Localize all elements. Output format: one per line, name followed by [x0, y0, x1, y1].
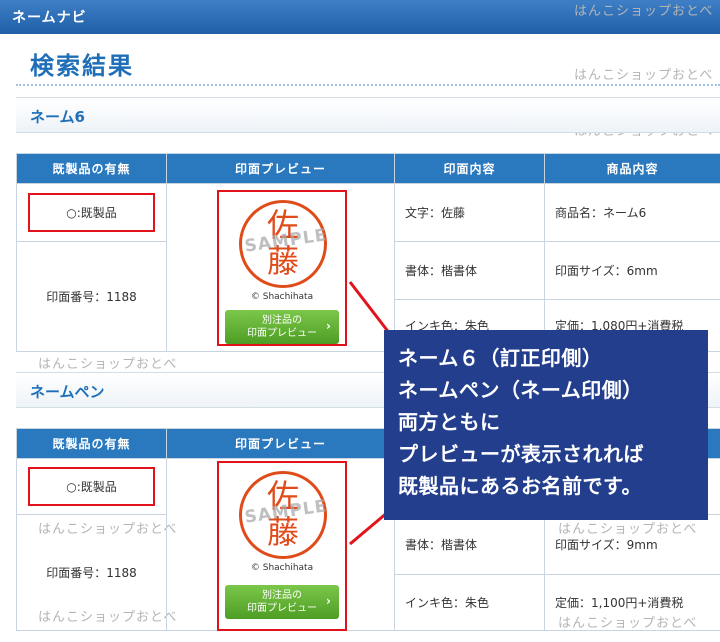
page-title: 検索結果	[30, 52, 134, 80]
button-label: 印面プレビュー	[247, 328, 317, 339]
table-row: ○:既製品 佐 藤 SAMPLE © Shachihata 別注品の 印面プレビ…	[16, 183, 720, 352]
callout-line: ネーム６（訂正印側）	[398, 346, 603, 370]
button-label: 別注品の	[262, 590, 302, 601]
stamp-preview: 佐 藤 SAMPLE © Shachihata 別注品の 印面プレビュー ›	[217, 461, 347, 631]
product-info-cell: 商品名：ネーム6	[544, 183, 720, 242]
chevron-right-icon: ›	[326, 594, 331, 608]
button-label: 印面プレビュー	[247, 603, 317, 614]
annotation-callout: ネーム６（訂正印側） ネームペン（ネーム印側） 両方ともに プレビューが表示され…	[384, 330, 708, 520]
section-title: ネーム6	[30, 108, 85, 126]
stamp-content-cell: インキ色：朱色	[394, 574, 545, 631]
stamp-content-cell: 書体：楷書体	[394, 241, 545, 300]
availability-badge: ○:既製品	[28, 193, 155, 232]
brand-label: © Shachihata	[250, 563, 314, 573]
callout-line: プレビューが表示されれば	[398, 442, 644, 466]
column-header: 印面内容	[394, 153, 545, 184]
product-info-cell: 印面サイズ：9mm	[544, 514, 720, 575]
availability-badge: ○:既製品	[28, 467, 155, 506]
section-title: ネームペン	[30, 383, 105, 401]
stamp-number: 印面番号：1188	[16, 241, 167, 352]
section-header-name6: ネーム6	[16, 97, 720, 133]
app-title: ネームナビ	[12, 10, 87, 26]
watermark-text: はんこショップおとべ	[574, 68, 714, 83]
callout-line: ネームペン（ネーム印側）	[398, 378, 643, 402]
column-header: 印面プレビュー	[166, 428, 395, 459]
callout-line: 既製品にあるお名前です。	[398, 474, 642, 498]
stamp-preview-cell: 佐 藤 SAMPLE © Shachihata 別注品の 印面プレビュー ›	[166, 183, 395, 352]
stamp-content-cell: 書体：楷書体	[394, 514, 545, 575]
stamp-image: 佐 藤 SAMPLE	[239, 200, 329, 288]
watermark-text: はんこショップおとべ	[574, 4, 714, 19]
divider	[16, 84, 720, 86]
product-info-cell: 印面サイズ：6mm	[544, 241, 720, 300]
product-info-cell: 定価：1,100円+消費税	[544, 574, 720, 631]
watermark-text: はんこショップおとべ	[38, 357, 178, 372]
availability-cell: ○:既製品	[16, 183, 167, 242]
stamp-preview-cell: 佐 藤 SAMPLE © Shachihata 別注品の 印面プレビュー ›	[166, 458, 395, 631]
stamp-image: 佐 藤 SAMPLE	[239, 471, 329, 559]
result-table-name6: 既製品の有無 印面プレビュー 印面内容 商品内容 ○:既製品 佐 藤 SAMPL…	[16, 153, 720, 352]
availability-cell: ○:既製品	[16, 458, 167, 515]
table-header-row: 既製品の有無 印面プレビュー 印面内容 商品内容	[16, 153, 720, 184]
custom-preview-button[interactable]: 別注品の 印面プレビュー ›	[225, 585, 339, 619]
chevron-right-icon: ›	[326, 319, 331, 333]
custom-preview-button[interactable]: 別注品の 印面プレビュー ›	[225, 310, 339, 344]
column-header: 既製品の有無	[16, 153, 167, 184]
callout-line: 両方ともに	[398, 410, 501, 434]
stamp-content-cell: 文字：佐藤	[394, 183, 545, 242]
column-header: 商品内容	[544, 153, 720, 184]
column-header: 印面プレビュー	[166, 153, 395, 184]
stamp-number: 印面番号：1188	[16, 514, 167, 631]
column-header: 既製品の有無	[16, 428, 167, 459]
stamp-preview: 佐 藤 SAMPLE © Shachihata 別注品の 印面プレビュー ›	[217, 190, 347, 346]
brand-label: © Shachihata	[250, 292, 314, 302]
button-label: 別注品の	[262, 315, 302, 326]
